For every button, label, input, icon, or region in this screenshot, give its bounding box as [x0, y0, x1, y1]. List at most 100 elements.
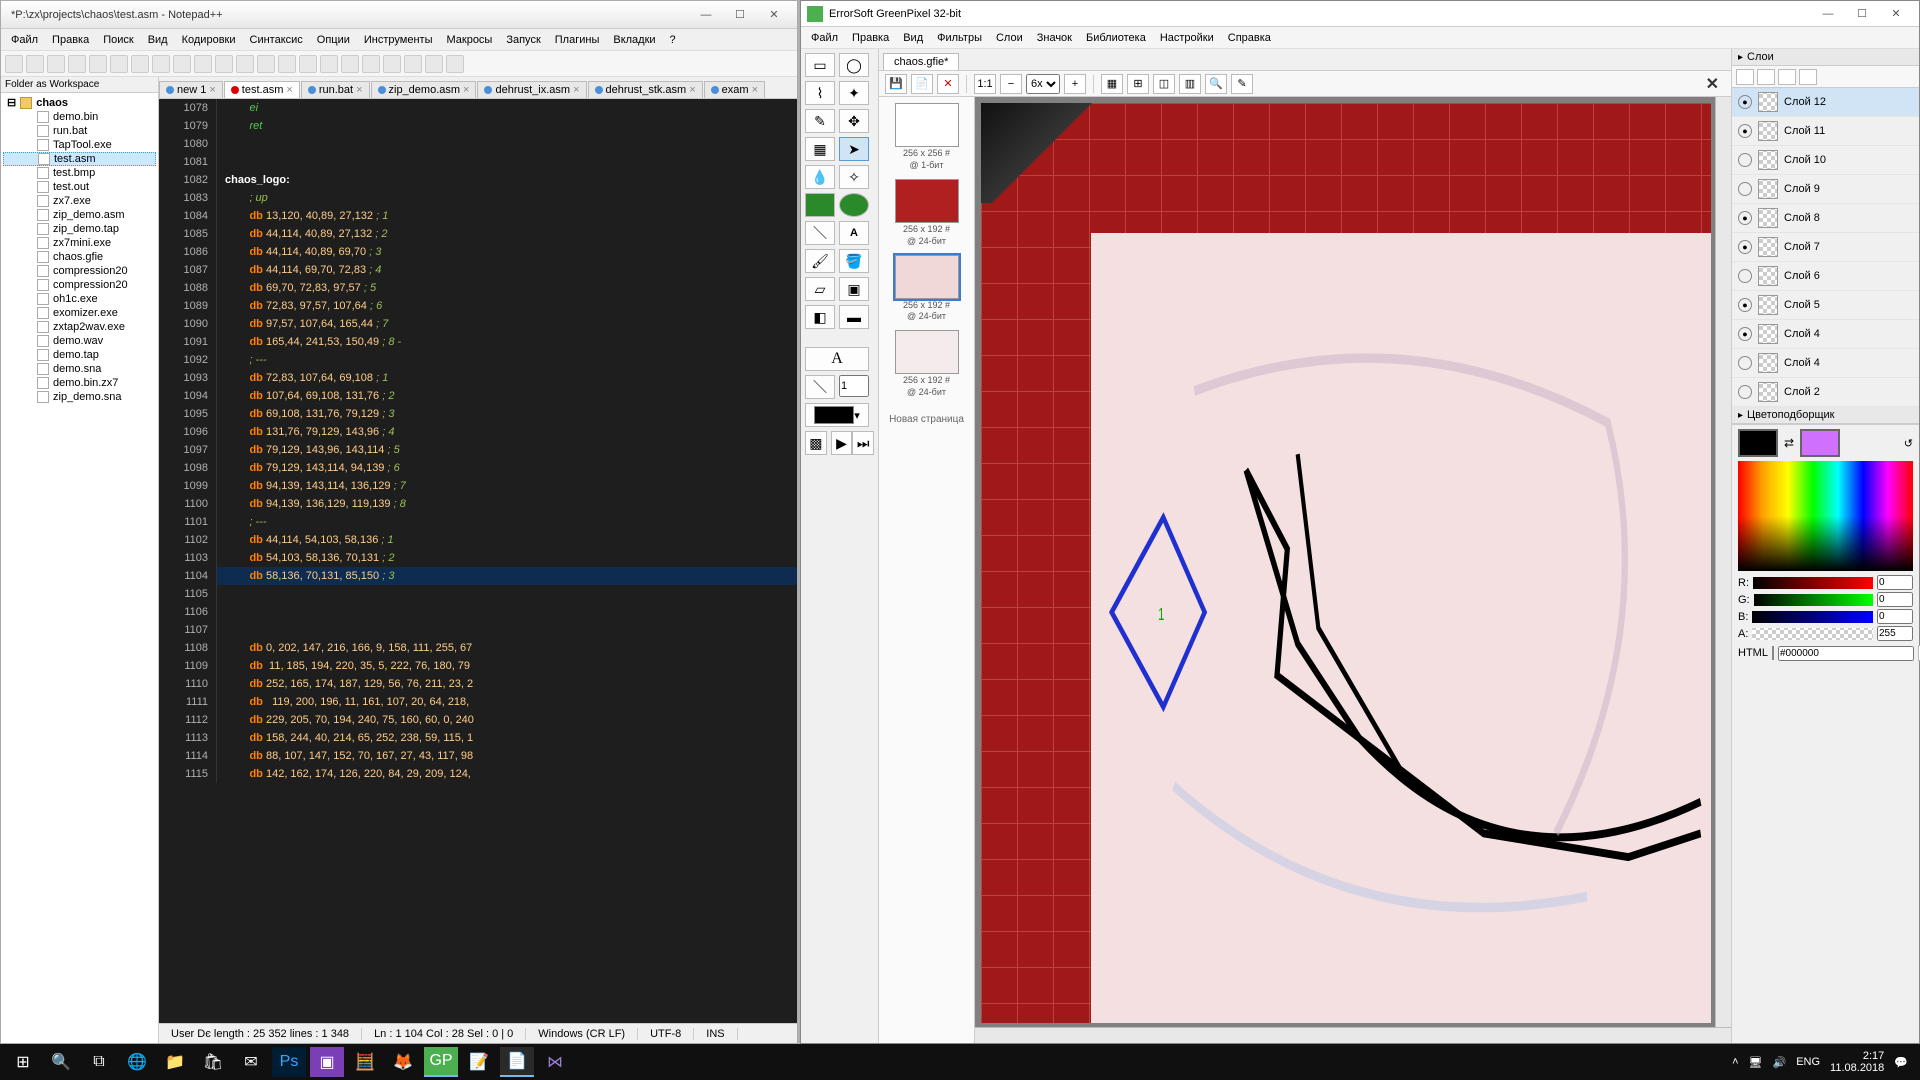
code-line[interactable]: 1103 db 54,103, 58,136, 70,131 ; 2 — [159, 549, 797, 567]
tray-chevron-icon[interactable]: ˄ — [1732, 1056, 1738, 1068]
move-tool[interactable]: ✥ — [839, 109, 869, 133]
select-rect-tool[interactable]: ▭ — [805, 53, 835, 77]
code-line[interactable]: 1078 ei — [159, 99, 797, 117]
swap-colors-icon[interactable]: ⇄ — [1784, 436, 1794, 450]
code-line[interactable]: 1090 db 97,57, 107,64, 165,44 ; 7 — [159, 315, 797, 333]
firefox-icon[interactable]: 🦊 — [386, 1047, 420, 1077]
minimize-button[interactable]: — — [1811, 4, 1845, 24]
next-icon[interactable]: ⏭ — [852, 431, 874, 455]
code-line[interactable]: 1099 db 94,139, 143,114, 136,129 ; 7 — [159, 477, 797, 495]
crop-tool[interactable]: ▦ — [805, 137, 835, 161]
brush-tool[interactable]: 🖌 — [805, 249, 835, 273]
text-tool[interactable]: A — [839, 221, 869, 245]
fit-icon[interactable]: 1:1 — [974, 74, 996, 94]
layer-row[interactable]: Слой 6 — [1732, 262, 1919, 291]
gradient-tool[interactable]: ◧ — [805, 305, 835, 329]
notepadpp-task-icon[interactable]: 📄 — [500, 1047, 534, 1077]
tray-clock[interactable]: 2:17 11.08.2018 — [1830, 1050, 1884, 1074]
close-doc-icon[interactable]: ✕ — [1700, 74, 1725, 94]
code-line[interactable]: 1087 db 44,114, 69,70, 72,83 ; 4 — [159, 261, 797, 279]
editor-tab[interactable]: dehrust_ix.asm× — [477, 81, 586, 98]
visibility-toggle[interactable] — [1738, 269, 1752, 283]
layer-row[interactable]: Слой 11 — [1732, 117, 1919, 146]
visibility-toggle[interactable] — [1738, 240, 1752, 254]
titlebar[interactable]: ErrorSoft GreenPixel 32-bit — ☐ ✕ — [801, 1, 1919, 27]
code-line[interactable]: 1101 ; --- — [159, 513, 797, 531]
toolbar-button[interactable] — [446, 55, 464, 73]
code-line[interactable]: 1108 db 0, 202, 147, 216, 166, 9, 158, 1… — [159, 639, 797, 657]
toolbar-button[interactable] — [194, 55, 212, 73]
menu-item[interactable]: Файл — [805, 30, 844, 46]
zoom-select[interactable]: 6x — [1026, 74, 1060, 94]
tree-item[interactable]: demo.sna — [3, 362, 156, 376]
toolbar-button[interactable] — [341, 55, 359, 73]
code-line[interactable]: 1112 db 229, 205, 70, 194, 240, 75, 160,… — [159, 711, 797, 729]
visibility-toggle[interactable] — [1738, 211, 1752, 225]
toolbar-button[interactable] — [26, 55, 44, 73]
shape-tool[interactable]: ▬ — [839, 305, 869, 329]
menu-item[interactable]: Значок — [1031, 30, 1078, 46]
menu-item[interactable]: Поиск — [97, 32, 139, 48]
a-value[interactable] — [1877, 626, 1913, 641]
frame-thumb[interactable]: 256 x 192 #@ 24-бит — [891, 330, 963, 398]
layer-row[interactable]: Слой 4 — [1732, 349, 1919, 378]
pencil-tool[interactable]: ✎ — [805, 109, 835, 133]
new-layer-button[interactable] — [1736, 69, 1754, 85]
editor-tab[interactable]: new 1× — [159, 81, 223, 98]
color-well[interactable]: ▾ — [805, 403, 869, 427]
toolbar-button[interactable] — [236, 55, 254, 73]
eraser-tool[interactable]: ▱ — [805, 277, 835, 301]
visibility-toggle[interactable] — [1738, 153, 1752, 167]
app-icon[interactable]: ▣ — [310, 1047, 344, 1077]
g-value[interactable] — [1877, 592, 1913, 607]
tree-item[interactable]: oh1c.exe — [3, 292, 156, 306]
font-letter[interactable]: A — [805, 347, 869, 371]
delete-layer-button[interactable] — [1757, 69, 1775, 85]
fill-tool[interactable]: 🪣 — [839, 249, 869, 273]
code-line[interactable]: 1093 db 72,83, 107,64, 69,108 ; 1 — [159, 369, 797, 387]
frame-thumb[interactable]: 256 x 192 #@ 24-бит — [891, 179, 963, 247]
code-line[interactable]: 1095 db 69,108, 131,76, 79,129 ; 3 — [159, 405, 797, 423]
toolbar-button[interactable] — [383, 55, 401, 73]
editor-tab[interactable]: zip_demo.asm× — [371, 81, 477, 98]
code-line[interactable]: 1081 — [159, 153, 797, 171]
line-weight-input[interactable] — [839, 375, 869, 397]
tree-item[interactable]: zip_demo.asm — [3, 208, 156, 222]
tree-item[interactable]: zip_demo.sna — [3, 390, 156, 404]
code-editor[interactable]: 1078 ei1079 ret108010811082chaos_logo:10… — [159, 99, 797, 1023]
tree-item[interactable]: exomizer.exe — [3, 306, 156, 320]
visibility-toggle[interactable] — [1738, 124, 1752, 138]
code-line[interactable]: 1109 db 11, 185, 194, 220, 35, 5, 222, 7… — [159, 657, 797, 675]
code-line[interactable]: 1115 db 142, 162, 174, 126, 220, 84, 29,… — [159, 765, 797, 783]
start-button[interactable]: ⊞ — [6, 1047, 40, 1077]
menu-item[interactable]: Опции — [311, 32, 356, 48]
grid-icon[interactable]: ▦ — [1101, 74, 1123, 94]
layer-row[interactable]: Слой 7 — [1732, 233, 1919, 262]
menu-item[interactable]: Правка — [846, 30, 895, 46]
html-value[interactable] — [1778, 646, 1914, 661]
code-line[interactable]: 1097 db 79,129, 143,96, 143,114 ; 5 — [159, 441, 797, 459]
frame-thumb[interactable]: 256 x 192 #@ 24-бит — [891, 255, 963, 323]
code-line[interactable]: 1114 db 88, 107, 147, 152, 70, 167, 27, … — [159, 747, 797, 765]
a-slider[interactable] — [1752, 628, 1873, 640]
delete-page-icon[interactable]: ✕ — [937, 74, 959, 94]
tree-item[interactable]: zx7.exe — [3, 194, 156, 208]
file-tree[interactable]: ⊟chaosdemo.binrun.batTapTool.exetest.asm… — [1, 93, 158, 1043]
menu-item[interactable]: Кодировки — [176, 32, 242, 48]
code-line[interactable]: 1094 db 107,64, 69,108, 131,76 ; 2 — [159, 387, 797, 405]
menu-item[interactable]: Фильтры — [931, 30, 988, 46]
tray-volume-icon[interactable]: 🔊 — [1773, 1056, 1787, 1069]
code-line[interactable]: 1079 ret — [159, 117, 797, 135]
tree-item[interactable]: demo.tap — [3, 348, 156, 362]
tree-item[interactable]: demo.bin — [3, 110, 156, 124]
tree-item[interactable]: zxtap2wav.exe — [3, 320, 156, 334]
menu-item[interactable]: Файл — [5, 32, 44, 48]
layer-row[interactable]: Слой 5 — [1732, 291, 1919, 320]
menu-item[interactable]: Настройки — [1154, 30, 1220, 46]
editor-tab[interactable]: test.asm× — [224, 81, 300, 98]
layer-row[interactable]: Слой 8 — [1732, 204, 1919, 233]
tree-item[interactable]: demo.wav — [3, 334, 156, 348]
arrow-tool[interactable]: ➤ — [839, 137, 869, 161]
store-icon[interactable]: 🛍 — [196, 1047, 230, 1077]
prev-icon[interactable]: ▶ — [831, 431, 853, 455]
